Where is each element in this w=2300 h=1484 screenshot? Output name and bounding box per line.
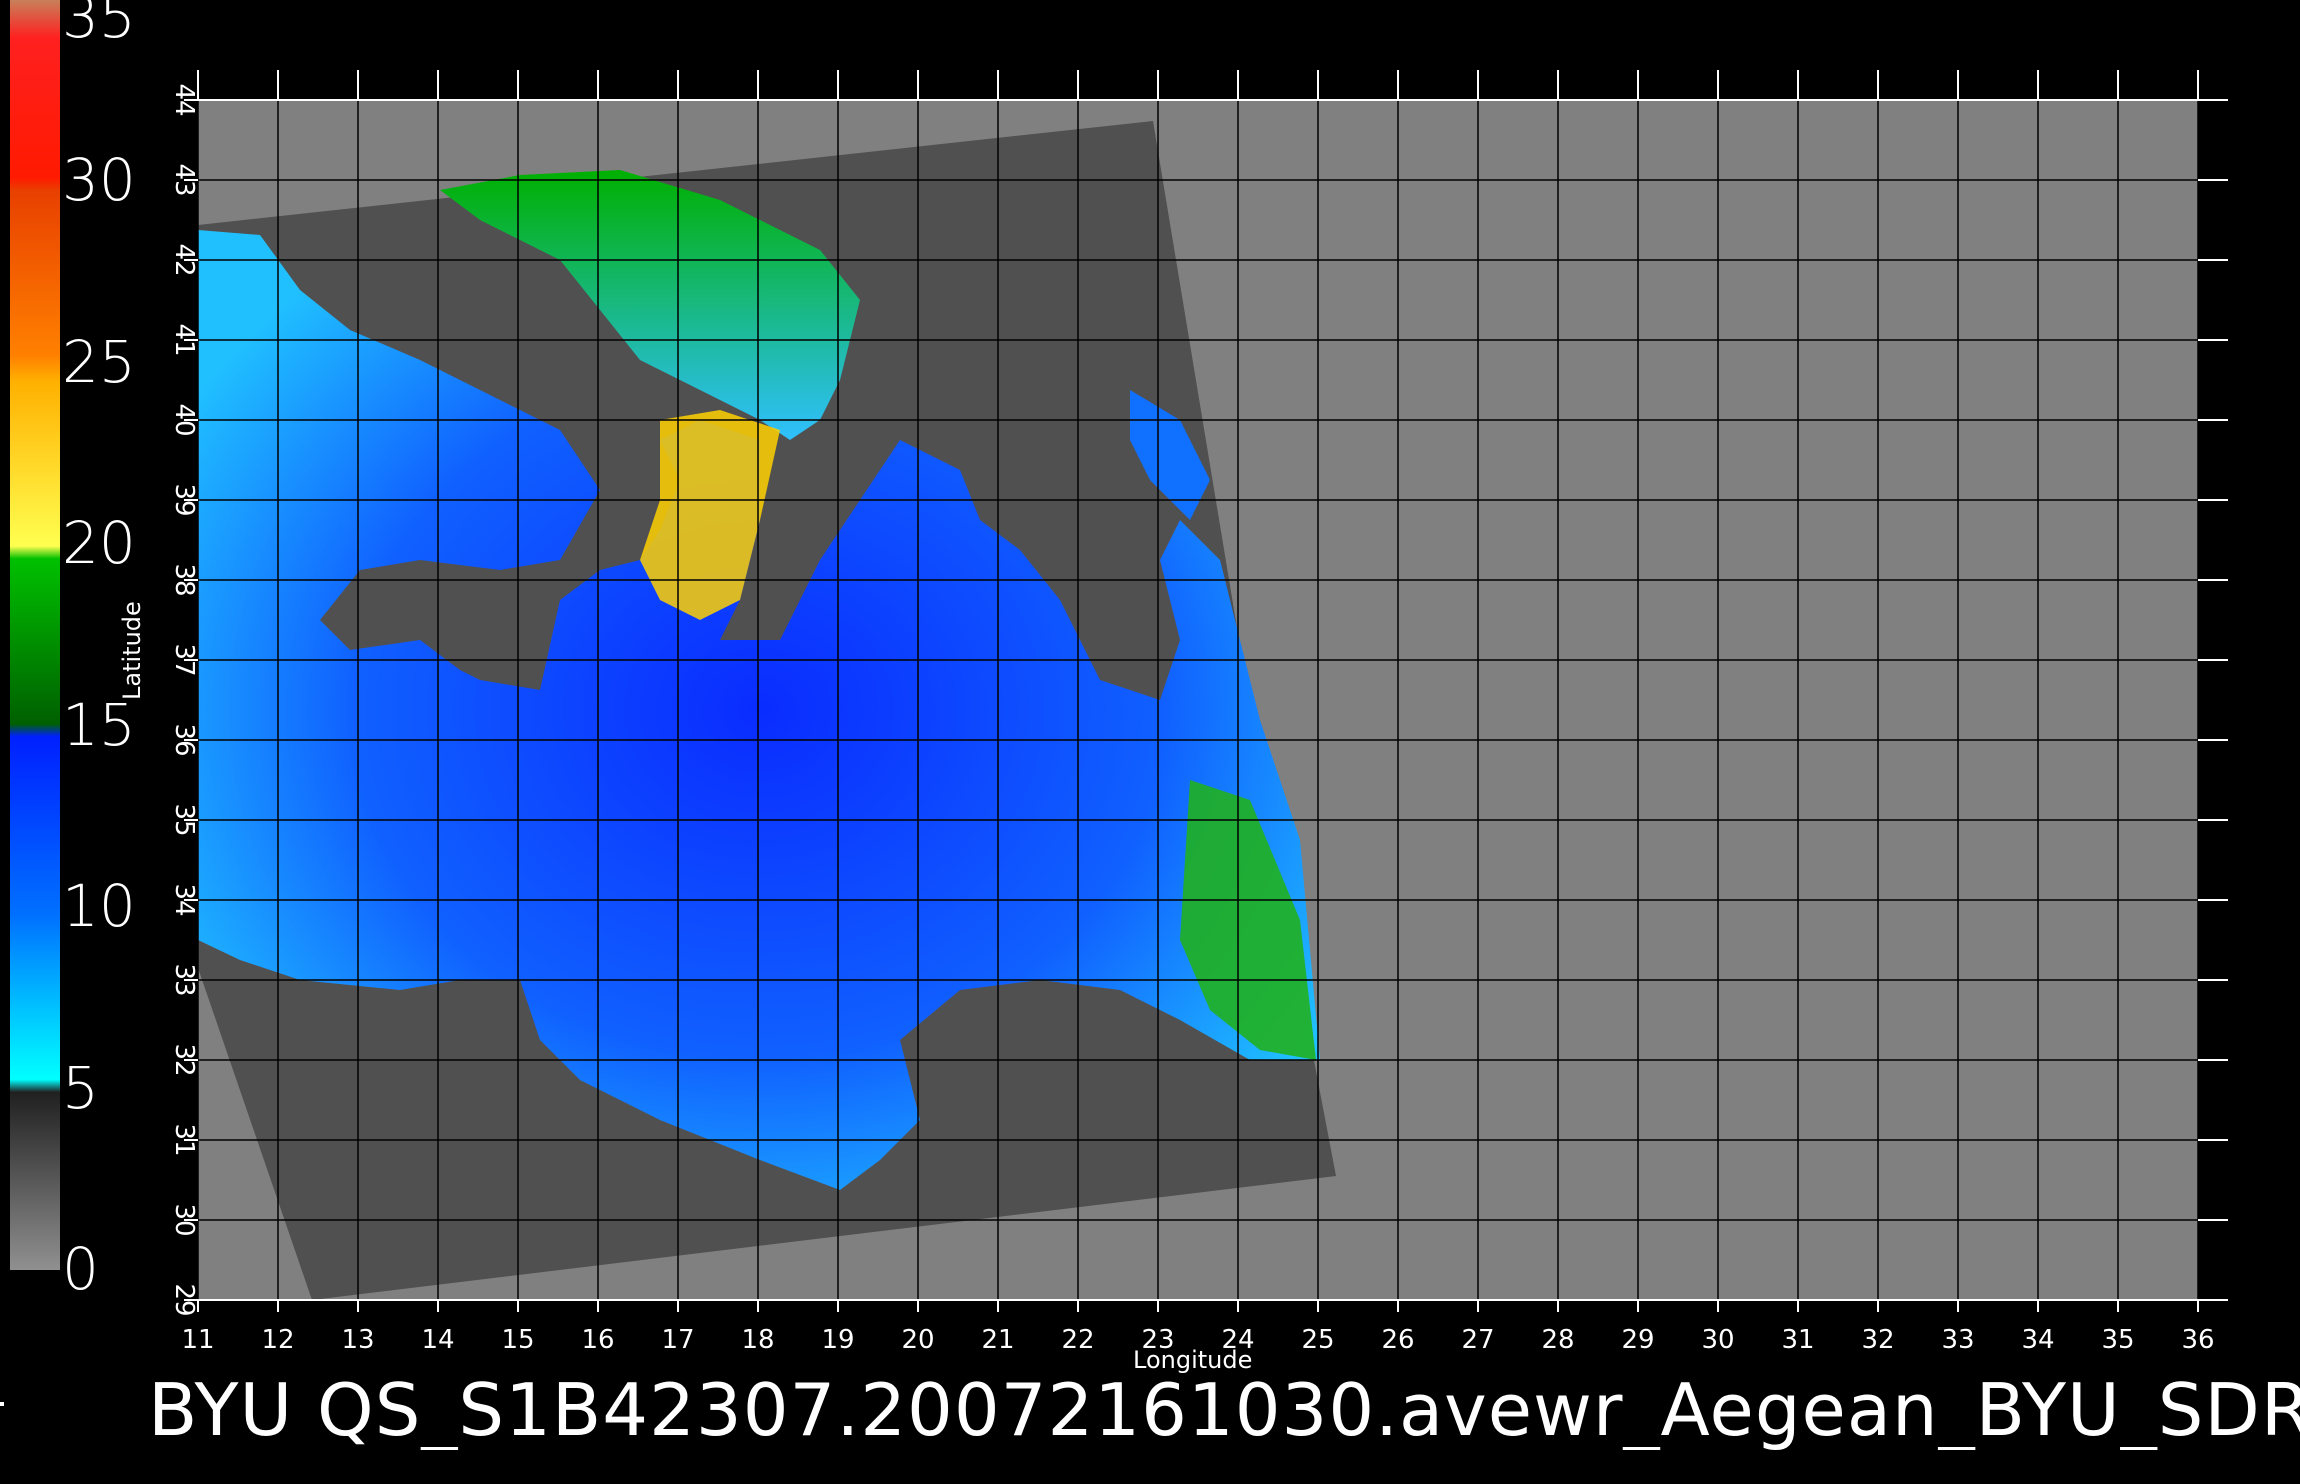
- x-tick-label: 25: [1301, 1325, 1334, 1355]
- colorbar-tick-label: 20: [62, 509, 136, 578]
- colorbar-tick-label: 30: [62, 146, 136, 215]
- x-tick-label: 21: [981, 1325, 1014, 1355]
- x-tick-label: 26: [1381, 1325, 1414, 1355]
- x-tick-label: 11: [181, 1325, 214, 1355]
- colorbar-tick-label: 5: [62, 1053, 99, 1122]
- y-tick-label: 31: [169, 1123, 199, 1156]
- x-tick-label: 35: [2101, 1325, 2134, 1355]
- edge-marker: [0, 1402, 4, 1406]
- x-tick-label: 32: [1861, 1325, 1894, 1355]
- y-tick-label: 40: [169, 403, 199, 436]
- y-tick-label: 33: [169, 963, 199, 996]
- x-tick-label: 30: [1701, 1325, 1734, 1355]
- x-tick-label: 33: [1941, 1325, 1974, 1355]
- x-tick-label: 16: [581, 1325, 614, 1355]
- y-tick-label: 44: [169, 83, 199, 116]
- y-tick-label: 38: [169, 563, 199, 596]
- figure-title: BYU QS_S1B42307.20072161030.avewr_Aegean…: [148, 1370, 2300, 1450]
- x-tick-label: 28: [1541, 1325, 1574, 1355]
- y-tick-label: 41: [169, 323, 199, 356]
- colorbar-tick-label: 15: [62, 690, 136, 759]
- y-tick-label: 30: [169, 1203, 199, 1236]
- x-tick-label: 17: [661, 1325, 694, 1355]
- x-tick-label: 13: [341, 1325, 374, 1355]
- y-tick-label: 32: [169, 1043, 199, 1076]
- x-tick-label: 22: [1061, 1325, 1094, 1355]
- map-figure: 11 12 13 14 15 16 17 18 19 20 21 22 23 24 25 26 27 28 29 30…: [0, 0, 2300, 1480]
- x-tick-label: 19: [821, 1325, 854, 1355]
- colorbar-tick-label: 0: [62, 1235, 99, 1303]
- x-tick-label: 34: [2021, 1325, 2054, 1355]
- y-tick-label: 29: [169, 1283, 199, 1316]
- y-tick-label: 42: [169, 243, 199, 276]
- y-tick-label: 36: [169, 723, 199, 756]
- colorbar-tick-label: 25: [62, 327, 136, 396]
- x-tick-label: 12: [261, 1325, 294, 1355]
- x-tick-label: 15: [501, 1325, 534, 1355]
- colorbar-tick-label: 10: [62, 872, 136, 941]
- x-tick-label: 29: [1621, 1325, 1654, 1355]
- x-tick-label: 20: [901, 1325, 934, 1355]
- y-axis-title: Latitude: [118, 601, 146, 700]
- y-tick-label: 39: [169, 483, 199, 516]
- x-tick-label: 14: [421, 1325, 454, 1355]
- x-tick-label: 27: [1461, 1325, 1494, 1355]
- colorbar: [10, 0, 60, 1270]
- y-tick-label: 34: [169, 883, 199, 916]
- y-tick-label: 35: [169, 803, 199, 836]
- x-tick-label: 18: [741, 1325, 774, 1355]
- colorbar-tick-label: 35: [62, 0, 136, 51]
- y-tick-label: 43: [169, 163, 199, 196]
- x-tick-label: 36: [2181, 1325, 2214, 1355]
- x-tick-label: 31: [1781, 1325, 1814, 1355]
- y-tick-label: 37: [169, 643, 199, 676]
- map-canvas: 11 12 13 14 15 16 17 18 19 20 21 22 23 24 25 26 27 28 29 30…: [10, 0, 2228, 1355]
